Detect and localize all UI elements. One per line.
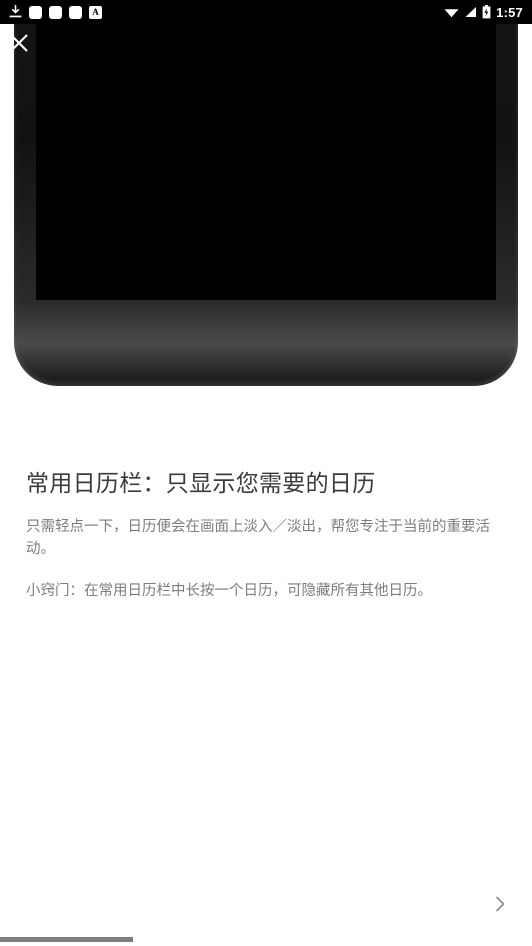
page-title: 常用日历栏：只显示您需要的日历 [26,471,376,497]
font-size-a-icon: A [89,5,102,19]
close-button[interactable] [7,31,35,59]
download-icon [9,5,22,18]
next-page-button[interactable] [482,886,518,922]
wifi-icon [444,9,459,18]
scroll-progress-indicator[interactable] [0,937,133,942]
close-icon [10,34,28,52]
notification-icon [29,5,42,19]
status-bar-clock: 1:57 [496,4,523,20]
chevron-right-icon [496,896,505,912]
promo-paragraph-1: 只需轻点一下，日历便会在画面上淡入／淡出，帮您专注于当前的重要活动。 [26,519,490,557]
promo-paragraph-2: 小窍门：在常用日历栏中长按一个日历，可隐藏所有其他日历。 [26,583,432,599]
phone-screen: 2439 25 Board meet 26 Conference 27 Serv… [36,0,496,300]
promo-text-block: 常用日历栏：只显示您需要的日历 只需轻点一下，日历便会在画面上淡入／淡出，帮您专… [0,468,532,602]
battery-charging-icon [482,5,491,19]
signal-icon [465,7,477,17]
status-bar-right-icons: 1:57 [444,5,532,20]
phone-device-mockup: 2439 25 Board meet 26 Conference 27 Serv… [14,0,518,386]
status-bar: A 1:57 [0,0,532,24]
notification-icon [69,5,82,19]
notification-icon [49,5,62,19]
status-bar-left-icons: A [0,5,444,19]
